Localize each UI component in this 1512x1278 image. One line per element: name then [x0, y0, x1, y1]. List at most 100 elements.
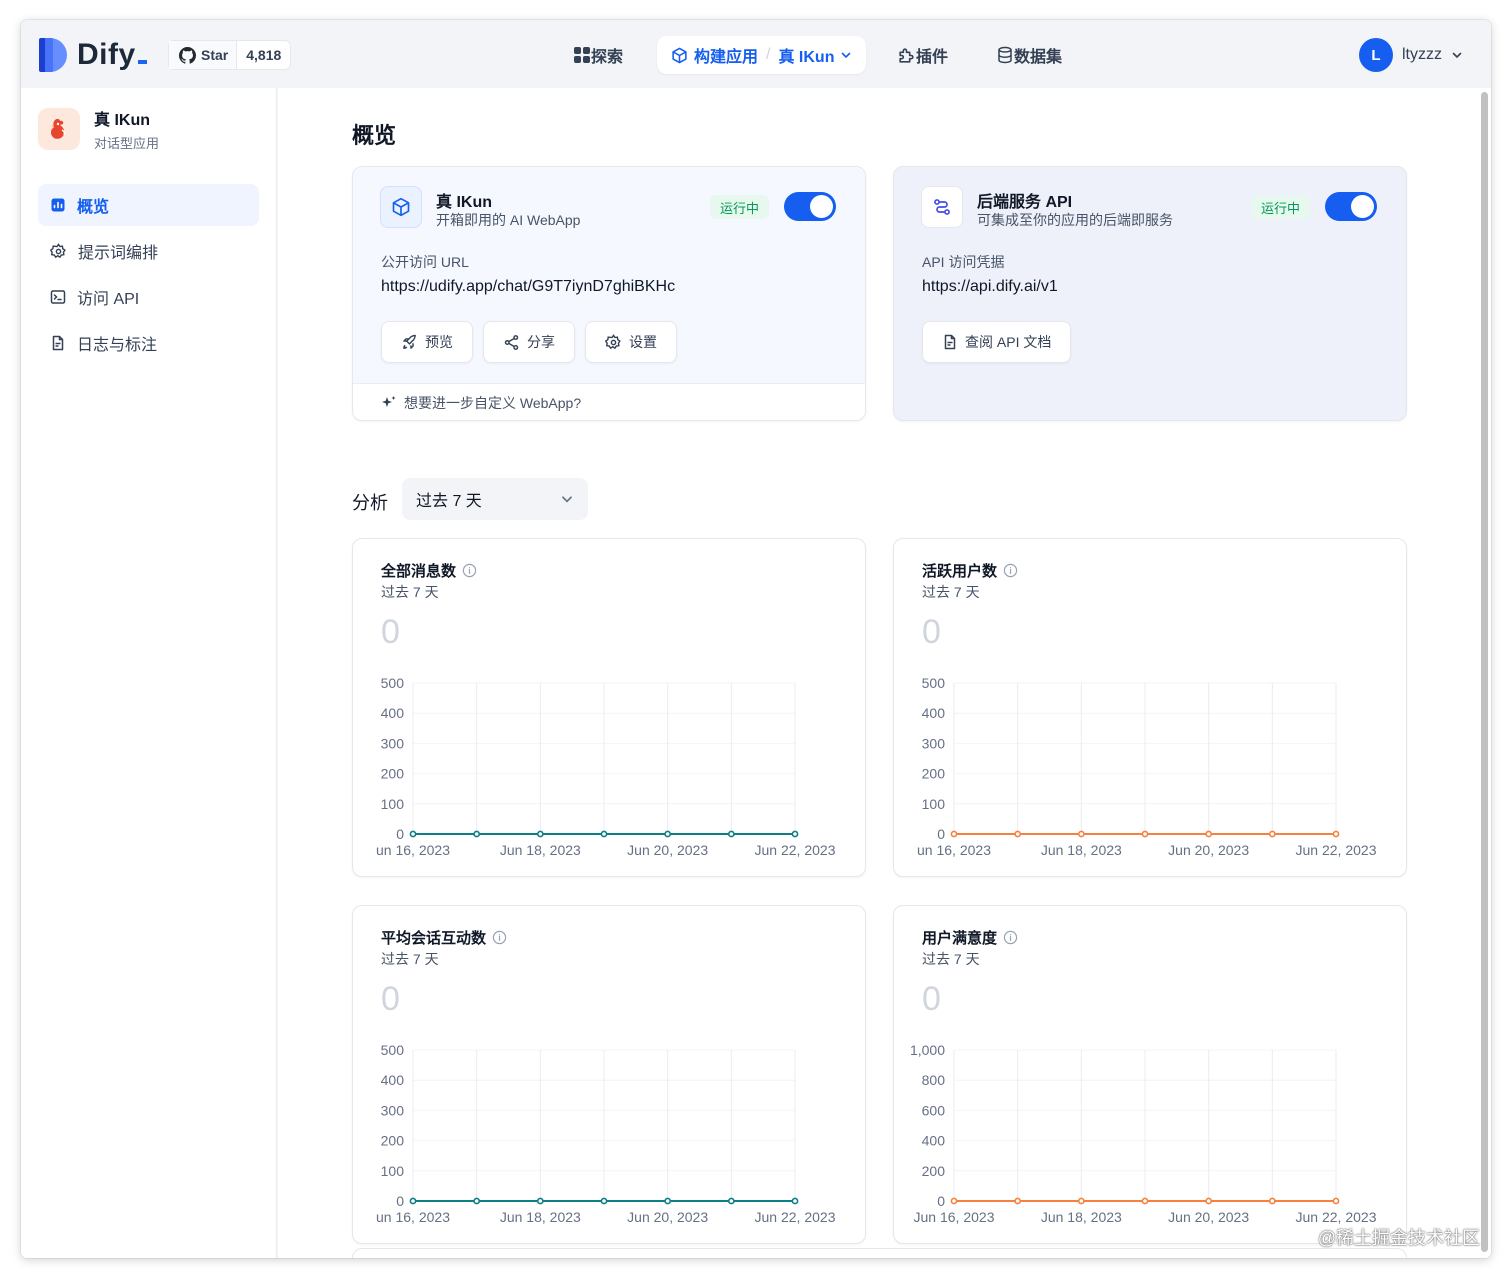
- status-badge: 运行中: [1251, 195, 1311, 219]
- data-point: [409, 1197, 417, 1205]
- api-base-url[interactable]: https://api.dify.ai/v1: [922, 278, 1058, 296]
- public-url-label: 公开访问 URL: [381, 254, 469, 270]
- chart-card-partial: [352, 1248, 1407, 1258]
- nav-plugins-label: 插件: [916, 49, 949, 66]
- analysis-label: 分析: [352, 493, 388, 513]
- y-tick-label: 500: [381, 1042, 405, 1058]
- scrollbar-thumb[interactable]: [1481, 92, 1488, 1252]
- gear-icon: [50, 242, 66, 258]
- page-title: 概览: [352, 123, 397, 148]
- data-point: [664, 1197, 672, 1205]
- settings-label: 设置: [629, 334, 657, 350]
- github-star-button[interactable]: Star: [169, 41, 238, 69]
- chevron-down-icon: [842, 52, 851, 59]
- webapp-name: 真 IKun: [436, 194, 492, 211]
- sidebar-item-logs[interactable]: 日志与标注: [38, 322, 259, 364]
- data-point: [1205, 830, 1213, 838]
- main-content: 概览 真 IKun 开箱即用的 AI WebApp 运行中 公开访问 URL h…: [278, 88, 1478, 1258]
- chevron-down-icon: [562, 496, 572, 503]
- brand-name: Dify: [77, 38, 147, 72]
- data-point: [1077, 830, 1085, 838]
- watermark: @稀土掘金技术社区: [1317, 1228, 1480, 1248]
- x-tick-label: Jun 20, 2023: [627, 1209, 708, 1225]
- share-label: 分享: [527, 334, 555, 350]
- sidebar-item-overview[interactable]: 概览: [38, 184, 259, 226]
- data-point: [727, 830, 735, 838]
- data-point: [536, 1197, 544, 1205]
- rocket-icon: [403, 334, 416, 349]
- data-point: [1205, 1197, 1213, 1205]
- document-icon: [52, 335, 64, 351]
- sidebar-item-prompt[interactable]: 提示词编排: [38, 230, 259, 272]
- y-tick-label: 200: [922, 766, 946, 782]
- y-tick-label: 0: [937, 826, 945, 842]
- puzzle-icon: [899, 47, 914, 63]
- app-switcher[interactable]: 真 IKun: [778, 43, 852, 67]
- nav-build-link[interactable]: 构建应用: [671, 43, 758, 67]
- api-description: 可集成至你的应用的后端即服务: [977, 212, 1173, 228]
- nav-plugins[interactable]: 插件: [897, 36, 948, 74]
- user-menu[interactable]: L ltyzzz: [1359, 38, 1463, 72]
- x-tick-label: Jun 16, 2023: [914, 1209, 995, 1225]
- y-tick-label: 100: [381, 796, 405, 812]
- avatar[interactable]: L: [1359, 38, 1393, 72]
- settings-button[interactable]: 设置: [585, 321, 677, 363]
- scrollbar[interactable]: [1478, 88, 1491, 1258]
- webapp-card: 真 IKun 开箱即用的 AI WebApp 运行中 公开访问 URL http…: [352, 166, 866, 421]
- customize-label: 想要进一步自定义 WebApp?: [404, 395, 582, 411]
- customize-webapp-link[interactable]: 想要进一步自定义 WebApp?: [353, 383, 865, 420]
- webapp-description: 开箱即用的 AI WebApp: [436, 212, 581, 228]
- api-docs-label: 查阅 API 文档: [965, 334, 1052, 350]
- data-point: [1332, 830, 1340, 838]
- nav-build-label: 构建应用: [694, 49, 759, 66]
- data-point: [1141, 1197, 1149, 1205]
- dify-logo-icon: [39, 38, 67, 72]
- y-tick-label: 500: [922, 675, 946, 691]
- data-point: [409, 830, 417, 838]
- nav-datasets[interactable]: 数据集: [996, 36, 1062, 74]
- data-point: [950, 1197, 958, 1205]
- data-point: [1077, 1197, 1085, 1205]
- y-tick-label: 500: [381, 675, 405, 691]
- data-point: [1014, 830, 1022, 838]
- data-point: [1268, 830, 1276, 838]
- sidebar-item-label: 提示词编排: [78, 245, 159, 262]
- app-name: 真 IKun: [94, 112, 150, 129]
- nav-explore[interactable]: 探索: [573, 36, 623, 74]
- preview-label: 预览: [425, 334, 453, 350]
- x-tick-label: Jun 20, 2023: [1168, 1209, 1249, 1225]
- data-point: [1141, 830, 1149, 838]
- y-tick-label: 300: [922, 735, 946, 751]
- preview-button[interactable]: 预览: [381, 321, 473, 363]
- sparkle-icon: [382, 396, 396, 407]
- x-tick-label: un 16, 2023: [376, 842, 450, 858]
- data-point: [1268, 1197, 1276, 1205]
- api-docs-button[interactable]: 查阅 API 文档: [922, 321, 1072, 363]
- share-button[interactable]: 分享: [483, 321, 575, 363]
- breadcrumb-separator: /: [766, 46, 771, 63]
- public-url[interactable]: https://udify.app/chat/G9T7iynD7ghiBKHc: [381, 278, 675, 296]
- y-tick-label: 100: [922, 796, 946, 812]
- dify-logo[interactable]: Dify: [39, 38, 147, 72]
- sidebar-item-api[interactable]: 访问 API: [38, 276, 259, 318]
- nav-build-app[interactable]: 构建应用 / 真 IKun: [657, 36, 867, 74]
- x-tick-label: Jun 20, 2023: [1168, 842, 1249, 858]
- x-tick-label: Jun 18, 2023: [1041, 842, 1122, 858]
- y-tick-label: 300: [381, 1102, 405, 1118]
- data-point: [950, 830, 958, 838]
- api-card: 后端服务 API 可集成至你的应用的后端即服务 运行中 API 访问凭据 htt…: [893, 166, 1407, 421]
- x-tick-label: Jun 18, 2023: [500, 1209, 581, 1225]
- x-tick-label: Jun 22, 2023: [1296, 1209, 1377, 1225]
- github-star-count[interactable]: 4,818: [237, 41, 290, 69]
- api-toggle[interactable]: [1325, 192, 1377, 221]
- y-tick-label: 200: [381, 1133, 405, 1149]
- time-range-select[interactable]: 过去 7 天: [402, 478, 588, 520]
- user-name: ltyzzz: [1402, 46, 1442, 63]
- sidebar-menu: 概览 提示词编排 访问 API 日志与标注: [38, 184, 259, 368]
- y-tick-label: 100: [381, 1163, 405, 1179]
- data-point: [473, 1197, 481, 1205]
- webapp-toggle[interactable]: [784, 192, 836, 221]
- data-point: [727, 1197, 735, 1205]
- top-bar: Dify Star 4,818 探索 构建应用 / 真 IKun 插件 数据集 …: [21, 20, 1491, 88]
- github-star-widget[interactable]: Star 4,818: [168, 40, 292, 70]
